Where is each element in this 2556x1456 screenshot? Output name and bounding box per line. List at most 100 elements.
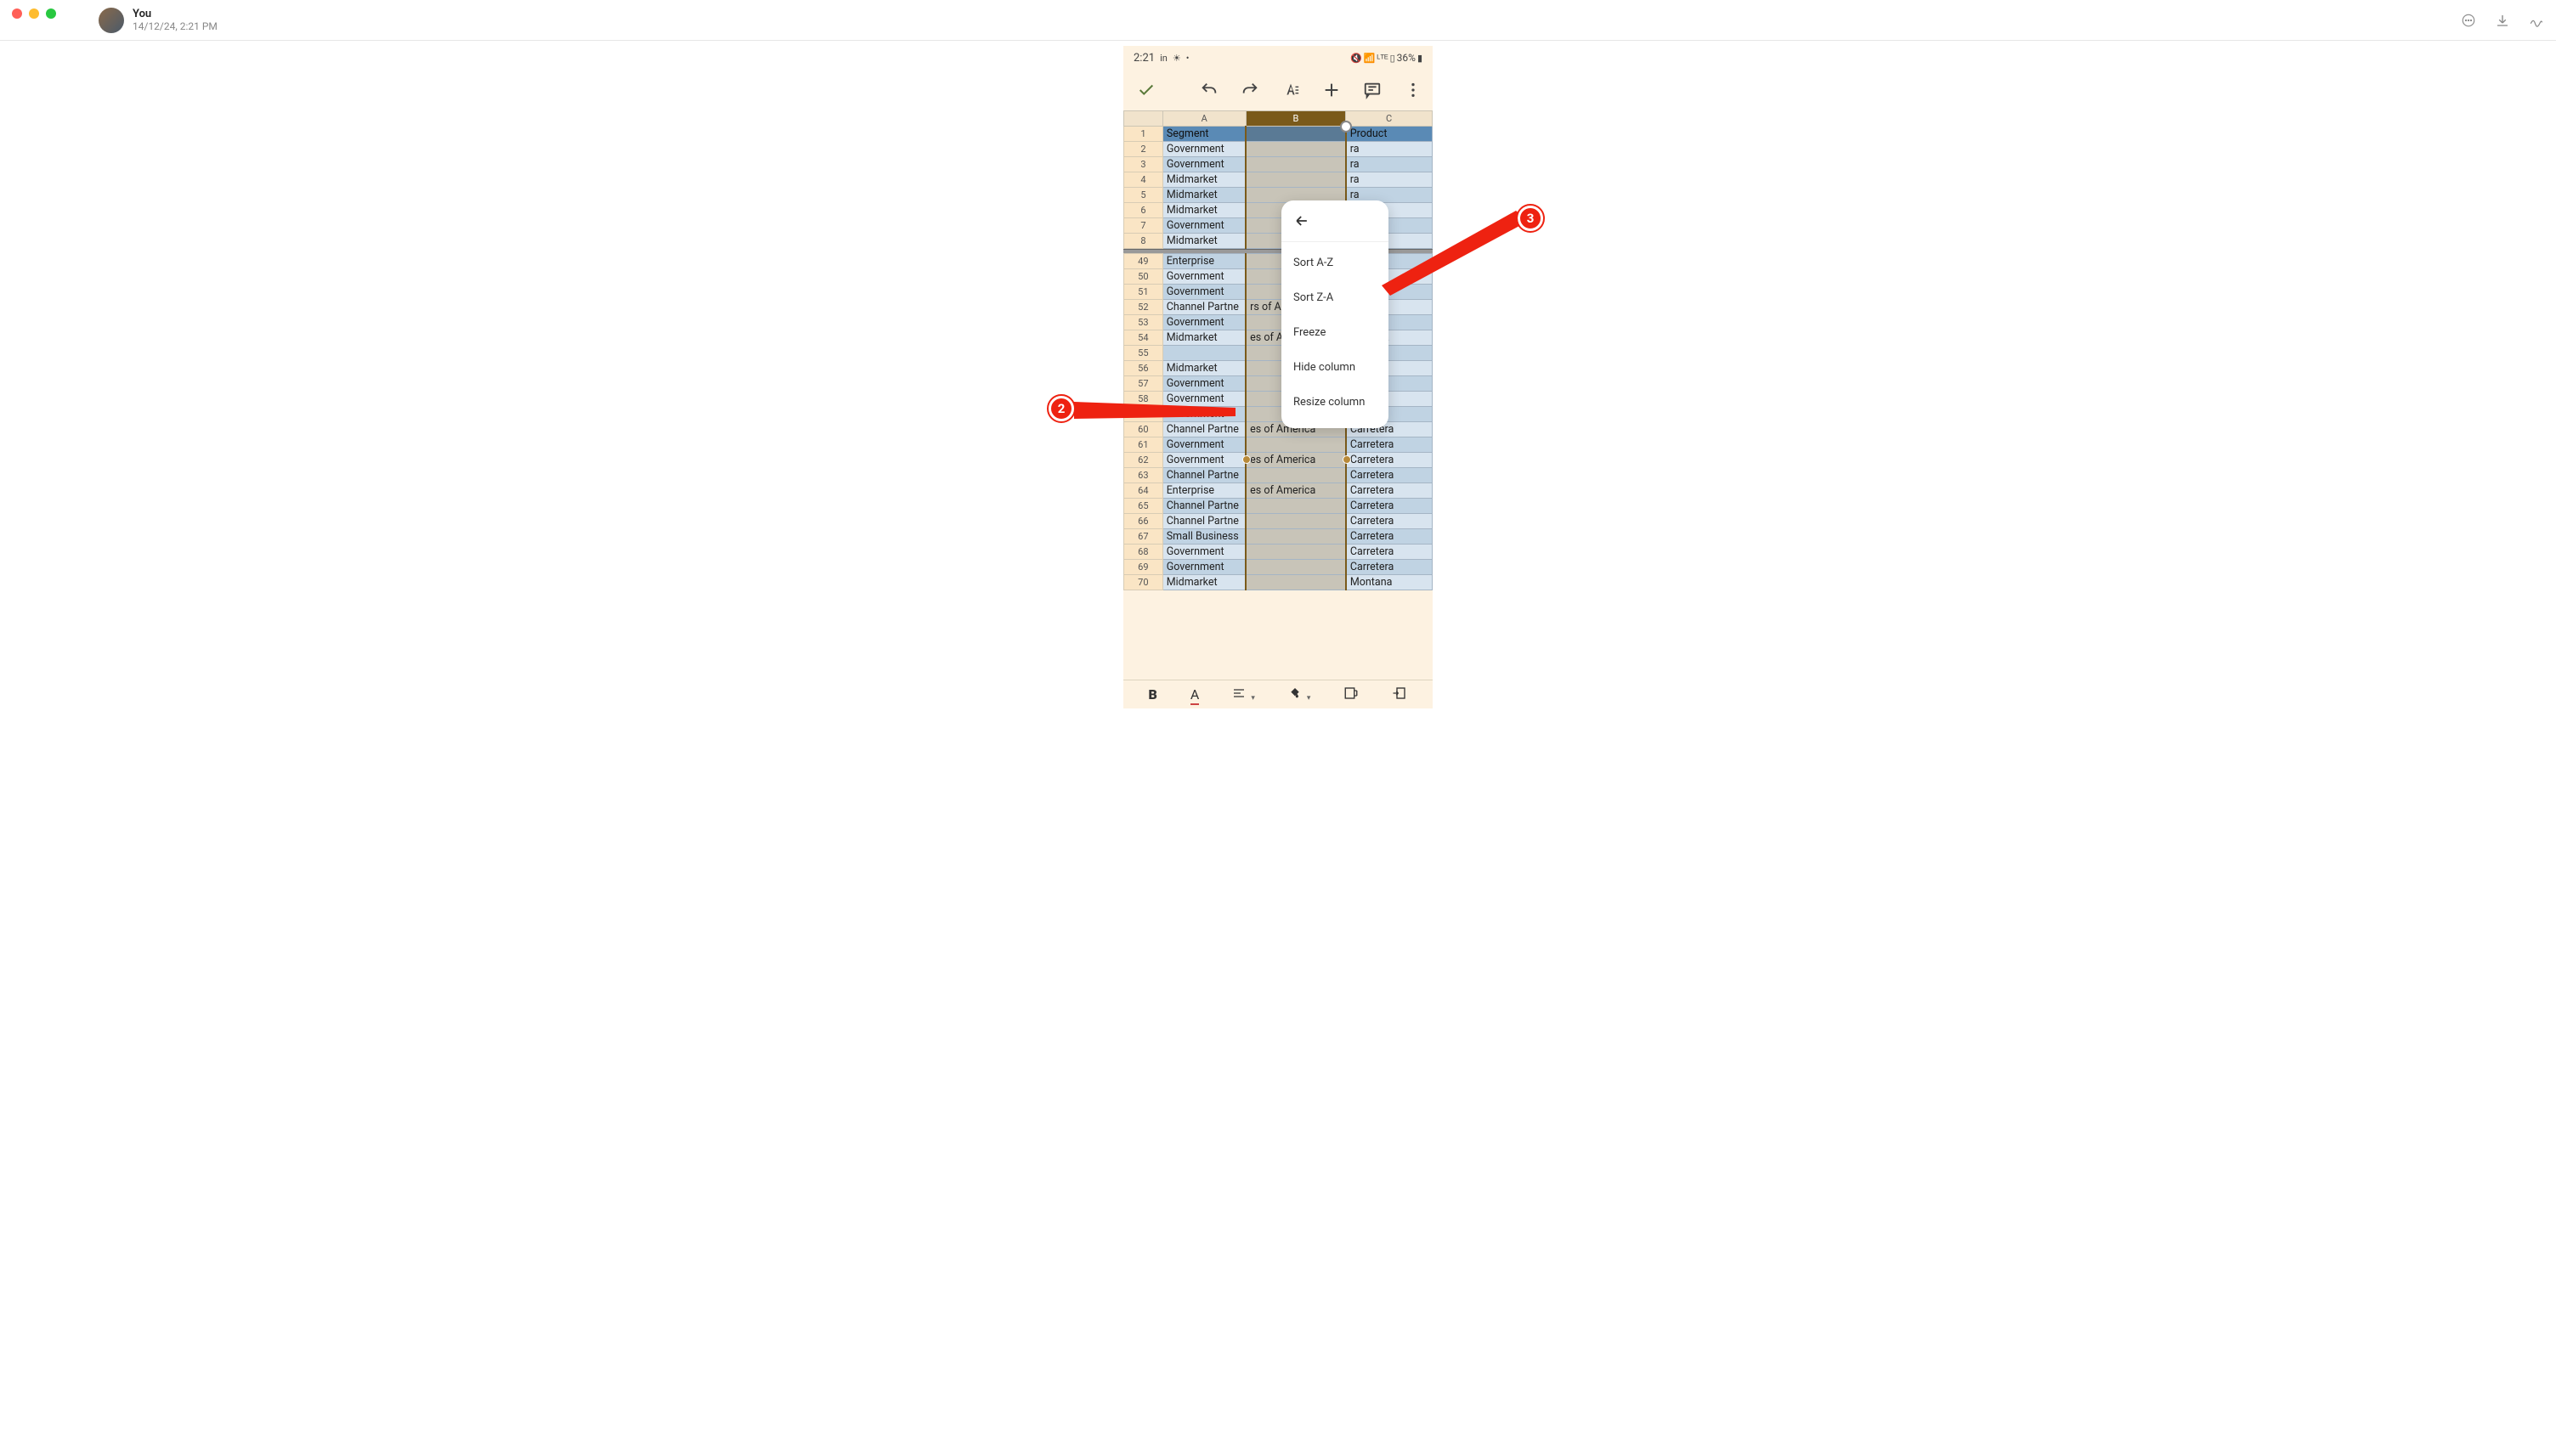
- table-row[interactable]: 4 Midmarket ra: [1124, 172, 1433, 188]
- row-number[interactable]: 7: [1124, 218, 1163, 234]
- table-row[interactable]: 62 Government es of America Carretera: [1124, 453, 1433, 468]
- cell[interactable]: Segment: [1162, 127, 1246, 142]
- close-window-button[interactable]: [12, 8, 22, 19]
- row-number[interactable]: 67: [1124, 529, 1163, 545]
- cell[interactable]: es of America: [1246, 453, 1346, 468]
- cell[interactable]: ra: [1346, 172, 1433, 188]
- insert-button[interactable]: [1392, 686, 1407, 704]
- row-number[interactable]: 2: [1124, 142, 1163, 157]
- cell[interactable]: Government: [1162, 407, 1246, 422]
- cell[interactable]: Product: [1346, 127, 1433, 142]
- cell[interactable]: [1246, 142, 1346, 157]
- row-number[interactable]: 60: [1124, 422, 1163, 437]
- row-number[interactable]: 70: [1124, 575, 1163, 590]
- cell[interactable]: [1246, 468, 1346, 483]
- row-number[interactable]: 4: [1124, 172, 1163, 188]
- cell[interactable]: Midmarket: [1162, 330, 1246, 346]
- cell[interactable]: [1246, 575, 1346, 590]
- cell[interactable]: Government: [1162, 560, 1246, 575]
- cell[interactable]: [1246, 499, 1346, 514]
- cell[interactable]: Government: [1162, 218, 1246, 234]
- menu-freeze[interactable]: Freeze: [1281, 315, 1388, 350]
- table-row[interactable]: 61 Government Carretera: [1124, 437, 1433, 453]
- row-number[interactable]: 63: [1124, 468, 1163, 483]
- cell[interactable]: Government: [1162, 453, 1246, 468]
- row-number[interactable]: 6: [1124, 203, 1163, 218]
- cell[interactable]: [1246, 437, 1346, 453]
- align-button[interactable]: [1232, 686, 1255, 703]
- cell[interactable]: Government: [1162, 315, 1246, 330]
- row-number[interactable]: 51: [1124, 285, 1163, 300]
- column-resize-handle[interactable]: [1340, 121, 1352, 133]
- cell[interactable]: ra: [1346, 157, 1433, 172]
- table-row[interactable]: 64 Enterprise es of America Carretera: [1124, 483, 1433, 499]
- cell[interactable]: Government: [1162, 285, 1246, 300]
- row-number[interactable]: 49: [1124, 254, 1163, 269]
- download-icon[interactable]: [2495, 13, 2510, 28]
- cell[interactable]: Midmarket: [1162, 188, 1246, 203]
- minimize-window-button[interactable]: [29, 8, 39, 19]
- cell[interactable]: Midmarket: [1162, 575, 1246, 590]
- column-header-c[interactable]: C: [1346, 111, 1433, 127]
- cell[interactable]: Government: [1162, 269, 1246, 285]
- table-row[interactable]: 3 Government ra: [1124, 157, 1433, 172]
- row-number[interactable]: 56: [1124, 361, 1163, 376]
- text-format-icon[interactable]: [1281, 81, 1300, 99]
- cell[interactable]: Channel Partne: [1162, 422, 1246, 437]
- table-row[interactable]: 60 Channel Partne es of America Carreter…: [1124, 422, 1433, 437]
- select-all-corner[interactable]: [1124, 111, 1163, 127]
- cell[interactable]: es of America: [1246, 483, 1346, 499]
- cell[interactable]: Carretera: [1346, 529, 1433, 545]
- table-row[interactable]: 63 Channel Partne Carretera: [1124, 468, 1433, 483]
- row-number[interactable]: 68: [1124, 545, 1163, 560]
- fill-color-button[interactable]: [1288, 686, 1311, 703]
- cell[interactable]: Carretera: [1346, 468, 1433, 483]
- cell[interactable]: [1246, 514, 1346, 529]
- cell[interactable]: Channel Partne: [1162, 499, 1246, 514]
- cell-format-button[interactable]: [1343, 686, 1359, 704]
- cell[interactable]: Midmarket: [1162, 361, 1246, 376]
- scribble-icon[interactable]: [2529, 13, 2544, 28]
- cell[interactable]: [1246, 560, 1346, 575]
- menu-sort-az[interactable]: Sort A-Z: [1281, 245, 1388, 280]
- maximize-window-button[interactable]: [46, 8, 56, 19]
- cell[interactable]: [1162, 346, 1246, 361]
- column-header-a[interactable]: A: [1162, 111, 1246, 127]
- table-row[interactable]: 70 Midmarket Montana: [1124, 575, 1433, 590]
- row-number[interactable]: 57: [1124, 376, 1163, 392]
- bold-button[interactable]: B: [1149, 686, 1157, 703]
- more-icon[interactable]: [2461, 13, 2476, 28]
- cell[interactable]: Montana: [1346, 575, 1433, 590]
- column-header-b[interactable]: B: [1246, 111, 1346, 127]
- row-number[interactable]: 54: [1124, 330, 1163, 346]
- undo-icon[interactable]: [1200, 81, 1219, 99]
- cell[interactable]: [1246, 529, 1346, 545]
- row-number[interactable]: 59: [1124, 407, 1163, 422]
- comment-icon[interactable]: [1363, 81, 1382, 99]
- cell[interactable]: [1246, 157, 1346, 172]
- cell[interactable]: Government: [1162, 437, 1246, 453]
- cell[interactable]: Government: [1162, 392, 1246, 407]
- cell[interactable]: Midmarket: [1162, 203, 1246, 218]
- cell[interactable]: Enterprise: [1162, 483, 1246, 499]
- cell[interactable]: Government: [1162, 157, 1246, 172]
- redo-icon[interactable]: [1241, 81, 1259, 99]
- row-number[interactable]: 58: [1124, 392, 1163, 407]
- cell[interactable]: Enterprise: [1162, 254, 1246, 269]
- cell[interactable]: Carretera: [1346, 483, 1433, 499]
- table-row[interactable]: 68 Government Carretera: [1124, 545, 1433, 560]
- cell[interactable]: Carretera: [1346, 545, 1433, 560]
- row-number[interactable]: 65: [1124, 499, 1163, 514]
- cell[interactable]: Channel Partne: [1162, 468, 1246, 483]
- cell[interactable]: Carretera: [1346, 437, 1433, 453]
- cell[interactable]: Midmarket: [1162, 172, 1246, 188]
- cell[interactable]: Small Business: [1162, 529, 1246, 545]
- table-row[interactable]: 67 Small Business Carretera: [1124, 529, 1433, 545]
- menu-sort-za[interactable]: Sort Z-A: [1281, 280, 1388, 315]
- row-number[interactable]: 8: [1124, 234, 1163, 249]
- menu-back-button[interactable]: [1281, 209, 1388, 242]
- text-color-button[interactable]: A: [1190, 686, 1199, 703]
- spreadsheet[interactable]: A B C 1 Segment Product 2 Government ra …: [1123, 110, 1433, 590]
- row-number[interactable]: 53: [1124, 315, 1163, 330]
- table-row[interactable]: 1 Segment Product: [1124, 127, 1433, 142]
